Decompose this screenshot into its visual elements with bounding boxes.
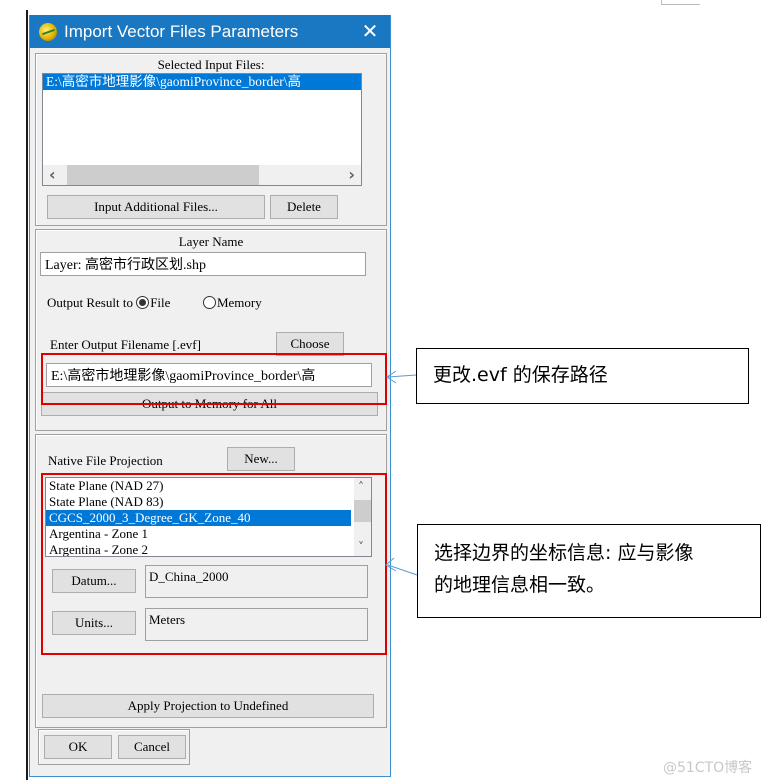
new-projection-button[interactable]: New... — [227, 447, 295, 471]
close-button[interactable]: ✕ — [350, 19, 390, 44]
layer-name-input[interactable]: Layer: 高密市行政区划.shp — [40, 252, 366, 276]
input-file-item[interactable]: E:\高密市地理影像\gaomiProvince_border\高 — [43, 74, 361, 90]
radio-file[interactable] — [136, 296, 150, 309]
highlight-output-filename — [41, 353, 387, 405]
layer-name-heading: Layer Name — [178, 234, 244, 249]
input-files-list[interactable]: E:\高密市地理影像\gaomiProvince_border\高 ‹ › — [42, 73, 362, 186]
callout-arrow-1-line — [387, 374, 417, 378]
scroll-right-icon[interactable]: › — [348, 165, 355, 184]
callout-arrows — [385, 370, 418, 576]
highlight-projection — [41, 473, 387, 655]
input-files-heading: Selected Input Files: — [157, 57, 265, 72]
callout-arrow-2-head — [385, 557, 397, 572]
radio-file-label[interactable]: File — [150, 295, 170, 310]
radio-memory[interactable] — [202, 296, 216, 309]
scroll-left-icon[interactable]: ‹ — [49, 165, 56, 184]
native-projection-label: Native File Projection — [48, 453, 163, 468]
callout-arrow-2-line — [387, 564, 418, 576]
apply-projection-button[interactable]: Apply Projection to Undefined — [42, 694, 374, 718]
ok-button[interactable]: OK — [44, 735, 112, 759]
callout-evf-path-text: 更改.evf 的保存路径 — [433, 364, 608, 386]
callout-evf-path: 更改.evf 的保存路径 — [416, 348, 749, 404]
app-globe-icon — [39, 22, 57, 41]
footer-button-group: OK Cancel — [38, 729, 190, 765]
background-corner-mark — [661, 0, 700, 5]
output-filename-label: Enter Output Filename [.evf] — [50, 337, 201, 352]
output-result-row: Output Result to File Memory — [47, 295, 262, 311]
watermark: @51CTO博客 — [663, 760, 753, 776]
radio-memory-label[interactable]: Memory — [217, 295, 262, 310]
title-bar[interactable]: Import Vector Files Parameters ✕ — [30, 15, 390, 48]
output-result-label: Output Result to — [47, 295, 133, 310]
callout-projection-line2: 的地理信息相一致。 — [434, 574, 606, 596]
cancel-button[interactable]: Cancel — [118, 735, 186, 759]
delete-button[interactable]: Delete — [270, 195, 338, 219]
callout-projection: 选择边界的坐标信息: 应与影像 的地理信息相一致。 — [417, 524, 761, 618]
background-window-edge — [26, 10, 28, 780]
hscroll-thumb[interactable] — [67, 165, 259, 185]
callout-projection-line1: 选择边界的坐标信息: 应与影像 — [434, 542, 694, 564]
input-additional-files-button[interactable]: Input Additional Files... — [47, 195, 265, 219]
input-files-group: Selected Input Files: E:\高密市地理影像\gaomiPr… — [35, 53, 387, 226]
input-files-hscrollbar[interactable]: ‹ › — [43, 165, 361, 185]
dialog-title: Import Vector Files Parameters — [64, 21, 299, 41]
